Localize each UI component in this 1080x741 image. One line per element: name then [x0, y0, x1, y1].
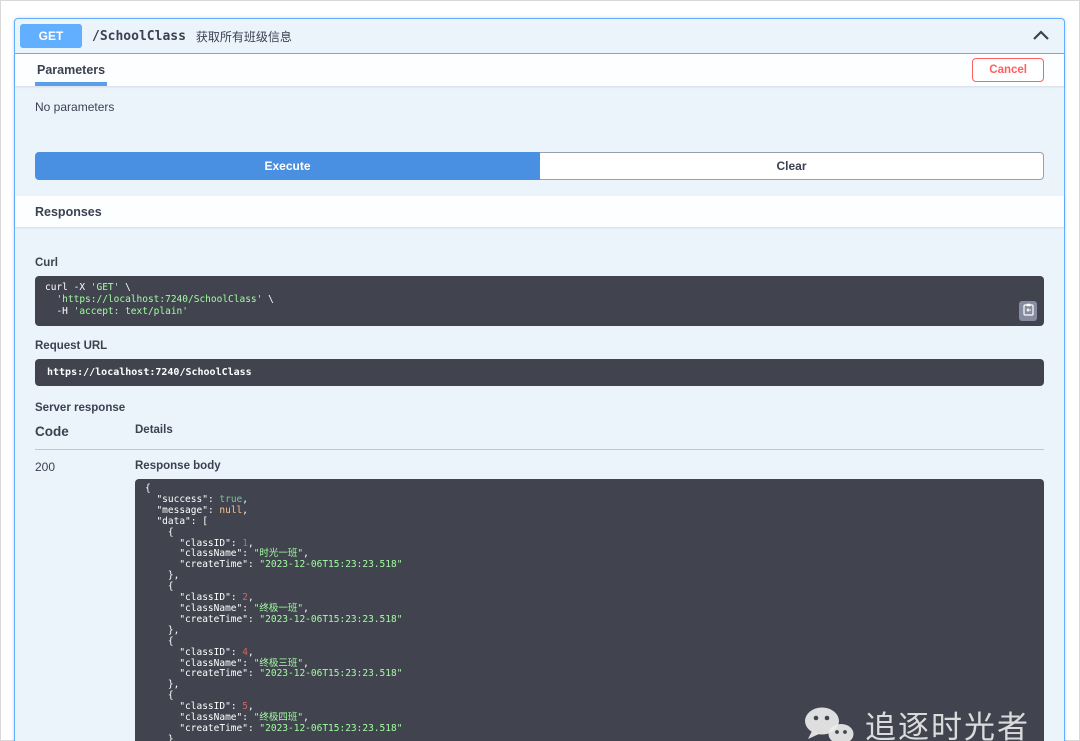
chevron-up-icon[interactable] [1033, 27, 1049, 45]
server-response-table: Code Details 200 Response body { "succes… [35, 424, 1044, 741]
endpoint-path: /SchoolClass [92, 28, 186, 44]
status-code: 200 [35, 460, 56, 474]
copy-curl-button[interactable] [1019, 301, 1037, 321]
curl-label: Curl [35, 257, 58, 269]
tab-parameters[interactable]: Parameters [35, 54, 108, 86]
server-response-label: Server response [35, 402, 126, 414]
response-body-label: Response body [135, 460, 221, 472]
responses-section-title: Responses [35, 204, 102, 219]
responses-body: Curl curl -X 'GET' \ 'https://localhost:… [15, 227, 1064, 741]
details-column-header: Details [135, 424, 173, 436]
response-body-block: { "success": true, "message": null, "dat… [135, 479, 1044, 741]
http-method-badge: GET [20, 24, 82, 48]
responses-section-header: Responses [15, 196, 1064, 227]
endpoint-description: 获取所有班级信息 [195, 29, 292, 44]
tab-parameters-label: Parameters [37, 63, 106, 77]
execute-button[interactable]: Execute [35, 152, 540, 180]
curl-command-text: curl -X 'GET' \ 'https://localhost:7240/… [45, 282, 274, 317]
request-url-value: https://localhost:7240/SchoolClass [47, 367, 252, 378]
clipboard-icon [1022, 303, 1034, 319]
parameters-section-header: Parameters Cancel [15, 54, 1064, 86]
swagger-page: GET /SchoolClass 获取所有班级信息 Parameters Can… [1, 1, 1079, 741]
response-details: Response body { "success": true, "messag… [135, 460, 1044, 741]
opblock-get-schoolclass: GET /SchoolClass 获取所有班级信息 Parameters Can… [14, 18, 1065, 741]
response-row-200: 200 Response body { "success": true, "me… [35, 450, 1044, 741]
parameters-body: No parameters Execute Clear [15, 86, 1064, 196]
no-parameters-text: No parameters [35, 100, 115, 114]
execute-button-row: Execute Clear [35, 152, 1044, 180]
clear-button[interactable]: Clear [540, 152, 1044, 180]
response-table-header: Code Details [35, 424, 1044, 450]
request-url-label: Request URL [35, 340, 108, 352]
operation-header[interactable]: GET /SchoolClass 获取所有班级信息 [15, 19, 1064, 54]
cancel-button[interactable]: Cancel [972, 58, 1044, 82]
request-url-block: https://localhost:7240/SchoolClass [35, 359, 1044, 386]
curl-command-block: curl -X 'GET' \ 'https://localhost:7240/… [35, 276, 1044, 326]
code-column-header: Code [35, 424, 69, 439]
response-body-json: { "success": true, "message": null, "dat… [145, 483, 403, 741]
